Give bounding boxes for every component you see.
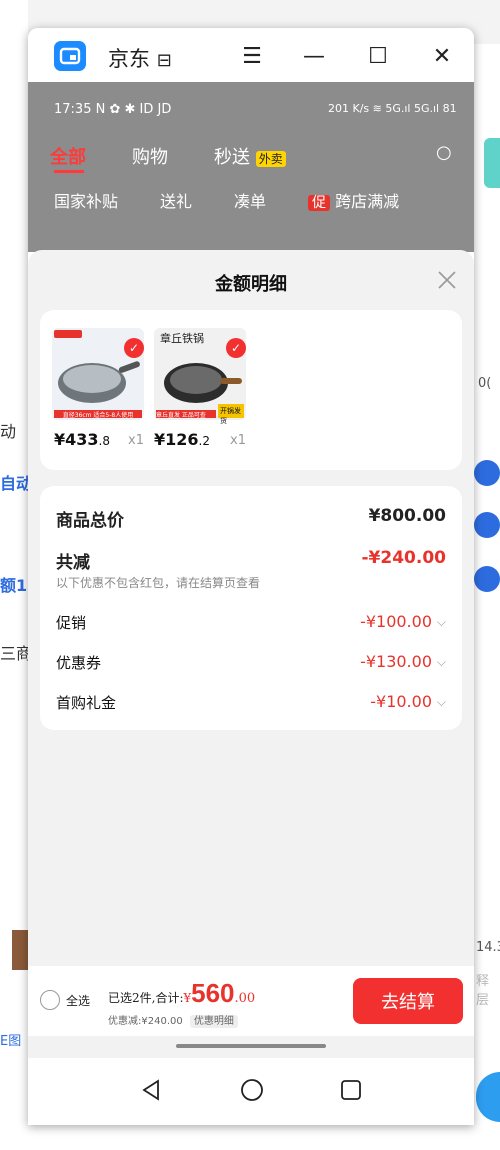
background-text: 0(	[478, 376, 492, 391]
app-icon	[54, 41, 86, 71]
background-thumbnail	[12, 930, 28, 970]
background-text: 14.3	[476, 940, 500, 955]
chip-subsidy[interactable]: 国家补贴	[54, 188, 118, 212]
chevron-down-icon: ⌵	[436, 695, 446, 709]
chevron-down-icon: ⌵	[436, 615, 446, 629]
window-titlebar: 京东 ⊟ ☰ — ☐ ✕	[28, 28, 474, 82]
minimize-button[interactable]: —	[296, 40, 332, 72]
back-icon[interactable]	[140, 1078, 162, 1106]
selected-check-icon[interactable]: ✓	[124, 338, 144, 358]
gesture-handle	[176, 1044, 326, 1048]
search-icon[interactable]: ○	[436, 142, 452, 163]
app-window: 京东 ⊟ ☰ — ☐ ✕ 17:35 N ✿ ✱ ID JD 201 K/s ≋…	[28, 28, 474, 1125]
background-text: 释层	[476, 974, 490, 1008]
tab-active-indicator	[54, 170, 84, 173]
select-all-label[interactable]: 全选	[66, 992, 90, 1009]
discount-label: 共减	[56, 553, 90, 573]
product-tag: 开锅发货	[220, 407, 241, 425]
system-navbar	[28, 1058, 474, 1125]
background-blob	[484, 138, 500, 188]
tab-instant[interactable]: 秒送 外卖	[214, 143, 286, 169]
discount-summary: 优惠减:¥240.00 优惠明细	[108, 1012, 238, 1028]
chip-cross-store[interactable]: 促 跨店满减	[308, 188, 399, 212]
select-all-checkbox[interactable]	[40, 990, 60, 1010]
tab-shopping[interactable]: 购物	[132, 143, 168, 169]
maximize-button[interactable]: ☐	[360, 40, 396, 72]
close-button[interactable]: ✕	[424, 40, 460, 72]
chevron-down-icon: ⌵	[436, 655, 446, 669]
sheet-title: 金额明细	[215, 274, 287, 295]
promo-row[interactable]: 促销 -¥100.00 ⌵	[56, 612, 446, 636]
chip-gift[interactable]: 送礼	[160, 188, 192, 212]
summary-card: 商品总价 ¥800.00 共减 -¥240.00 以下优惠不包含红包，请在结算页…	[40, 486, 462, 730]
background-text: E图	[0, 1034, 22, 1049]
selected-summary: 已选2件,合计:¥560.00	[108, 978, 256, 1008]
selected-check-icon[interactable]: ✓	[226, 338, 246, 358]
floating-assistant-icon[interactable]	[476, 1072, 500, 1122]
chip-bundle[interactable]: 凑单	[234, 188, 266, 212]
total-value: ¥800.00	[368, 506, 446, 526]
svg-text:章丘铁锅: 章丘铁锅	[160, 331, 204, 345]
tab-all[interactable]: 全部	[50, 143, 86, 169]
status-time: 17:35 N ✿ ✱ ID JD	[54, 102, 172, 117]
product-caption: 章丘直发 正品可查	[156, 412, 206, 419]
background-blob	[474, 566, 500, 592]
first-purchase-row[interactable]: 首购礼金 -¥10.00 ⌵	[56, 692, 446, 716]
recents-icon[interactable]	[340, 1079, 362, 1105]
discount-note: 以下优惠不包含红包，请在结算页查看	[56, 576, 261, 590]
product-price: ¥126.2	[154, 430, 210, 449]
product-qty: x1	[230, 433, 246, 448]
total-label: 商品总价	[56, 511, 124, 531]
products-card: 直径36cm 适合5-8人使用 ✓ 章丘铁锅 章丘直发 正品可查 开锅发货 ✓ …	[40, 310, 462, 470]
detail-link[interactable]: 优惠明细	[189, 1015, 238, 1028]
product-caption: 直径36cm 适合5-8人使用	[62, 412, 134, 419]
product-price: ¥433.8	[54, 430, 110, 449]
checkout-button[interactable]: 去结算	[353, 978, 463, 1024]
product-qty: x1	[128, 433, 144, 448]
background-text: 动	[0, 422, 17, 441]
takeout-badge: 外卖	[255, 151, 286, 167]
close-icon[interactable]	[433, 266, 461, 294]
discount-value: -¥240.00	[361, 548, 447, 568]
background-blob	[474, 460, 500, 486]
background-blob	[474, 512, 500, 538]
status-right: 201 K/s ≋ 5G.ıl 5G.ıl 81	[328, 102, 457, 115]
window-title: 京东 ⊟	[108, 47, 172, 71]
screenshot-icon: ⊟	[156, 50, 172, 71]
coupon-row[interactable]: 优惠券 -¥130.00 ⌵	[56, 652, 446, 676]
menu-button[interactable]: ☰	[234, 40, 270, 72]
home-icon[interactable]	[240, 1078, 264, 1106]
